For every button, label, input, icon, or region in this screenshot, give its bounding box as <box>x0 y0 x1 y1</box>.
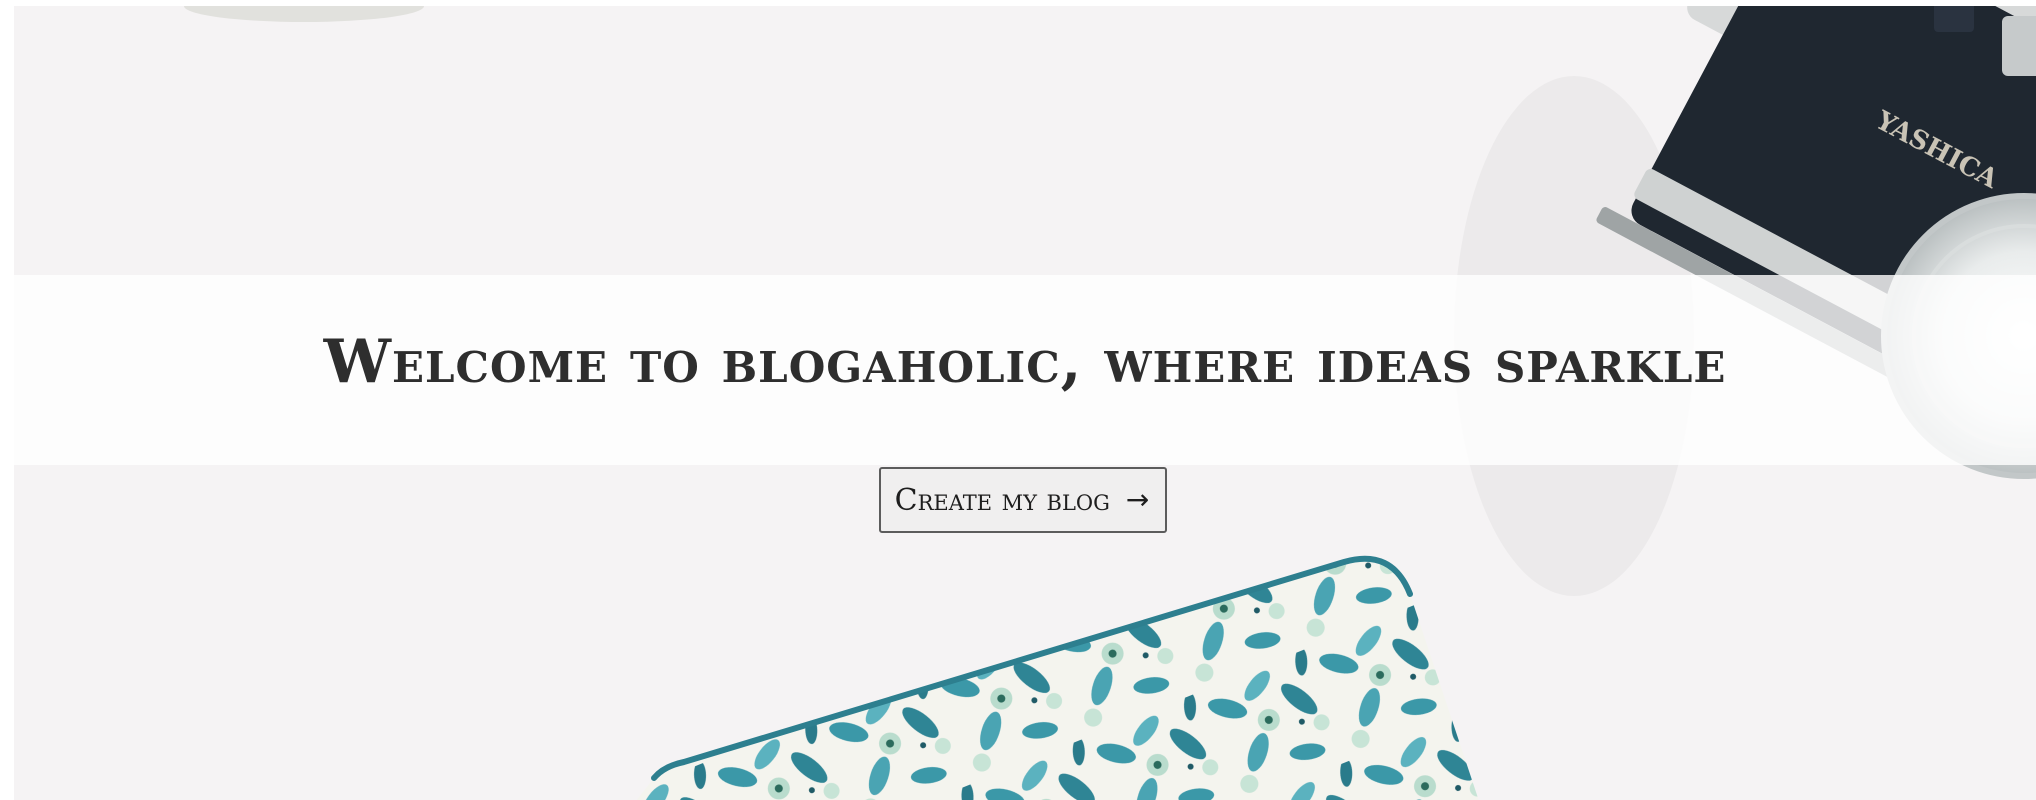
arrow-right-icon: → <box>1125 483 1150 516</box>
hero-section: YASHICA Welcome to blogaholic, where ide… <box>14 6 2036 800</box>
cta-container: Create my blog → <box>14 467 2036 533</box>
create-my-blog-button[interactable]: Create my blog → <box>878 467 1168 533</box>
hero-headline: Welcome to blogaholic, where ideas spark… <box>323 327 1727 397</box>
create-my-blog-label: Create my blog <box>894 482 1110 518</box>
headline-banner: Welcome to blogaholic, where ideas spark… <box>14 275 2036 465</box>
